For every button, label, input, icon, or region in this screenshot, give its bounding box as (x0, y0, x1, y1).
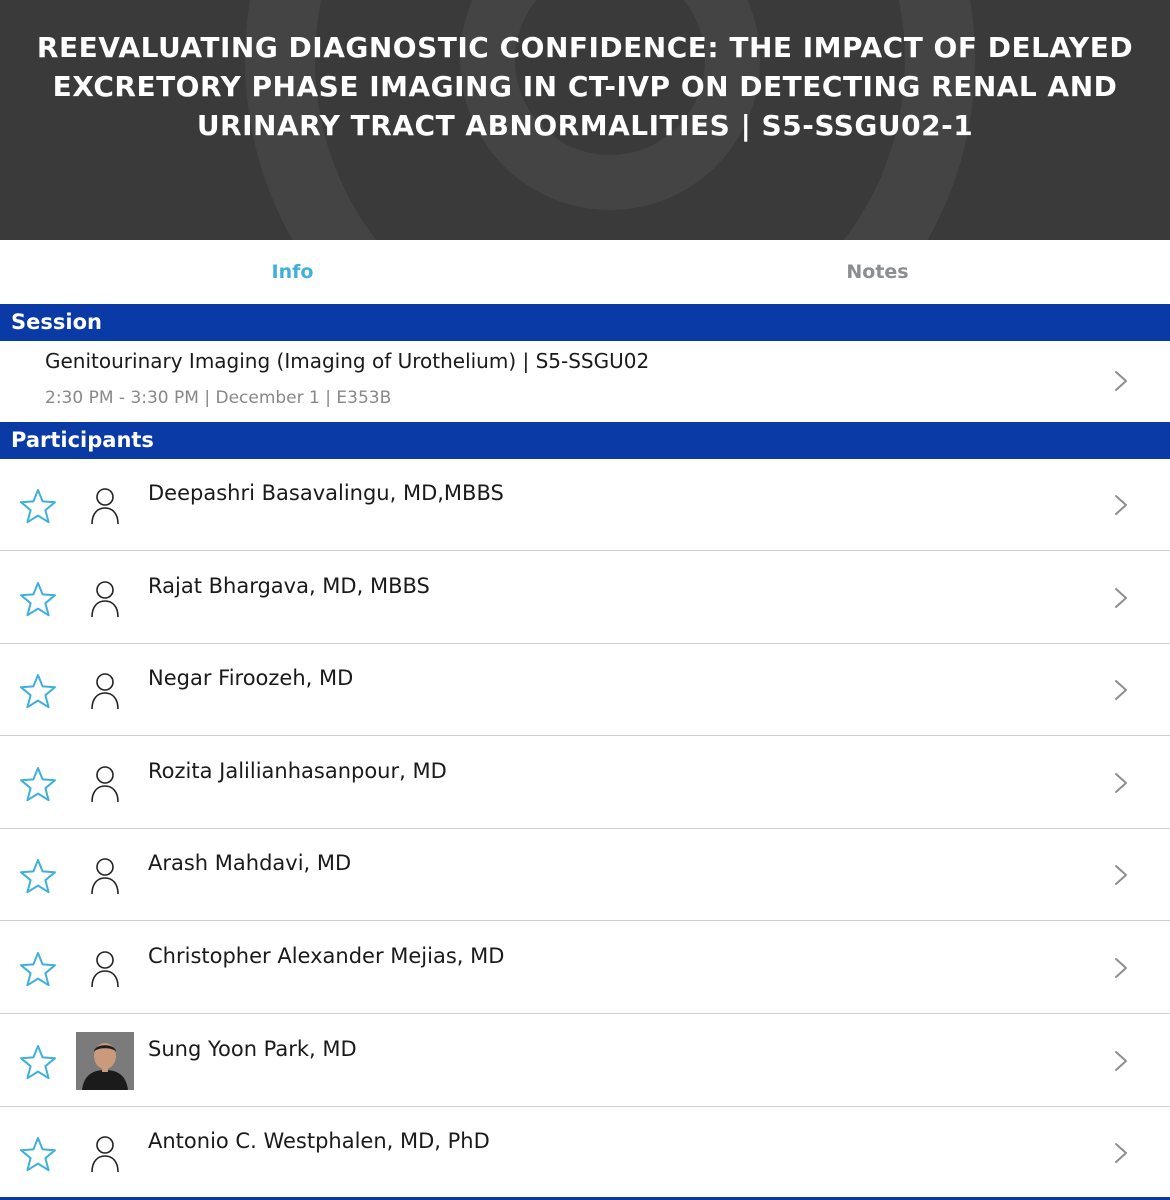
participant-row[interactable]: Antonio C. Westphalen, MD, PhD (0, 1107, 1170, 1199)
favorite-star-icon[interactable] (19, 858, 57, 894)
participant-name: Arash Mahdavi, MD (148, 851, 352, 875)
header-banner: REEVALUATING DIAGNOSTIC CONFIDENCE: THE … (0, 0, 1170, 240)
participant-name: Antonio C. Westphalen, MD, PhD (148, 1129, 490, 1153)
chevron-right-icon (1114, 957, 1128, 979)
participant-name: Christopher Alexander Mejias, MD (148, 944, 505, 968)
chevron-right-icon (1114, 1142, 1128, 1164)
person-icon (89, 857, 121, 895)
participant-name: Rajat Bhargava, MD, MBBS (148, 574, 430, 598)
participant-name: Negar Firoozeh, MD (148, 666, 354, 690)
person-icon (89, 487, 121, 525)
participant-row[interactable]: Deepashri Basavalingu, MD,MBBS (0, 459, 1170, 551)
participant-row[interactable]: Negar Firoozeh, MD (0, 644, 1170, 736)
favorite-star-icon[interactable] (19, 1044, 57, 1080)
participant-row[interactable]: Rozita Jalilianhasanpour, MD (0, 737, 1170, 829)
chevron-right-icon (1114, 864, 1128, 886)
favorite-star-icon[interactable] (19, 951, 57, 987)
person-icon (89, 672, 121, 710)
participant-row[interactable]: Rajat Bhargava, MD, MBBS (0, 552, 1170, 644)
tab-info[interactable]: Info (0, 240, 585, 304)
favorite-star-icon[interactable] (19, 673, 57, 709)
person-icon (89, 950, 121, 988)
session-title: Genitourinary Imaging (Imaging of Urothe… (45, 349, 650, 373)
favorite-star-icon[interactable] (19, 581, 57, 617)
participant-name: Deepashri Basavalingu, MD,MBBS (148, 481, 504, 505)
session-section-header: Session (0, 304, 1170, 341)
participant-row[interactable]: Arash Mahdavi, MD (0, 829, 1170, 921)
chevron-right-icon (1115, 371, 1127, 391)
chevron-right-icon (1114, 1050, 1128, 1072)
participant-photo (76, 1032, 134, 1090)
participant-row[interactable]: Sung Yoon Park, MD (0, 1015, 1170, 1107)
chevron-right-icon (1114, 679, 1128, 701)
favorite-star-icon[interactable] (19, 766, 57, 802)
participants-section-header: Participants (0, 422, 1170, 459)
participant-row[interactable]: Christopher Alexander Mejias, MD (0, 922, 1170, 1014)
favorite-star-icon[interactable] (19, 488, 57, 524)
tab-bar: Info Notes (0, 240, 1170, 304)
chevron-right-icon (1114, 494, 1128, 516)
person-icon (89, 765, 121, 803)
person-icon (89, 1135, 121, 1173)
chevron-right-icon (1114, 587, 1128, 609)
participant-name: Rozita Jalilianhasanpour, MD (148, 759, 447, 783)
chevron-right-icon (1114, 772, 1128, 794)
session-row[interactable]: Genitourinary Imaging (Imaging of Urothe… (0, 341, 1170, 422)
session-meta: 2:30 PM - 3:30 PM | December 1 | E353B (45, 388, 392, 408)
person-icon (89, 580, 121, 618)
favorite-star-icon[interactable] (19, 1136, 57, 1172)
participant-name: Sung Yoon Park, MD (148, 1037, 357, 1061)
tab-notes[interactable]: Notes (585, 240, 1170, 304)
talk-title: REEVALUATING DIAGNOSTIC CONFIDENCE: THE … (36, 31, 1134, 142)
